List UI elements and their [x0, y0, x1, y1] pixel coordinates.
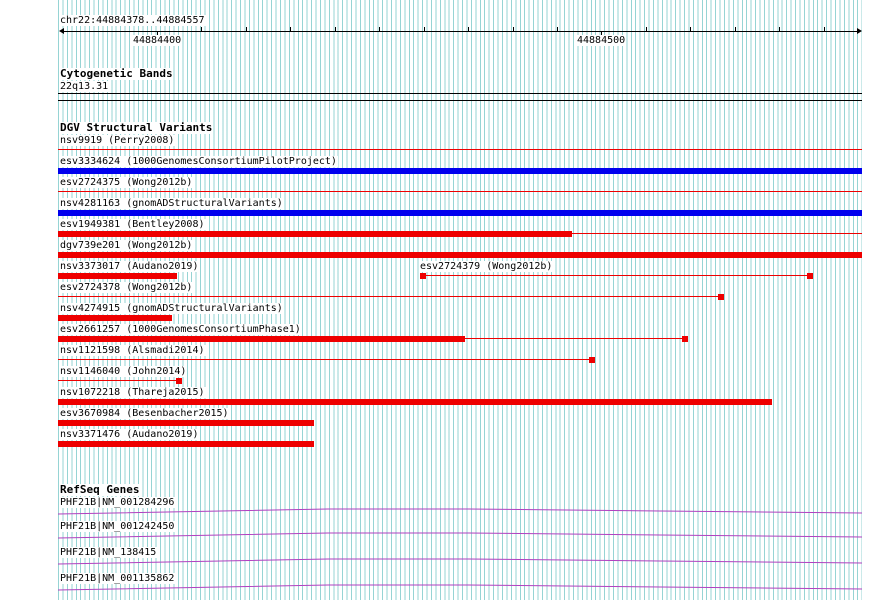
variant-block[interactable]	[718, 294, 724, 300]
gene-intron-line	[58, 558, 862, 565]
variant-label[interactable]: nsv1146040 (John2014)	[60, 366, 188, 377]
gene-model[interactable]	[58, 532, 862, 540]
dgv-track-title: DGV Structural Variants	[60, 121, 213, 134]
variant-label[interactable]: esv1949381 (Bentley2008)	[60, 219, 206, 230]
gene-label[interactable]: PHF21B|NM_001135862	[60, 573, 176, 584]
ruler-tick	[201, 27, 202, 32]
variant-label[interactable]: nsv3373017 (Audano2019)	[60, 261, 200, 272]
variant-connector[interactable]	[426, 275, 807, 276]
region-label: chr22:44884378..44884557	[60, 15, 206, 26]
variant-bar[interactable]	[58, 420, 314, 426]
ruler-tick	[424, 27, 425, 32]
variant-bar[interactable]	[572, 233, 862, 234]
ruler-tick	[690, 27, 691, 32]
variant-label[interactable]: dgv739e201 (Wong2012b)	[60, 240, 194, 251]
variant-connector[interactable]	[58, 359, 589, 360]
variant-label[interactable]: nsv4281163 (gnomADStructuralVariants)	[60, 198, 284, 209]
ruler-tick	[246, 27, 247, 32]
variant-connector[interactable]	[465, 338, 682, 339]
gene-label[interactable]: PHF21B|NM_001284296	[60, 497, 176, 508]
ruler-tick	[557, 27, 558, 32]
variant-bar[interactable]	[58, 168, 862, 174]
variant-block[interactable]	[176, 378, 182, 384]
variant-label[interactable]: esv3670984 (Besenbacher2015)	[60, 408, 230, 419]
cytoband-track-title: Cytogenetic Bands	[60, 67, 173, 80]
ruler-label-right: 44884500	[577, 35, 626, 46]
variant-label[interactable]: esv2724375 (Wong2012b)	[60, 177, 194, 188]
variant-connector[interactable]	[58, 296, 718, 297]
ruler-tick	[468, 27, 469, 32]
variant-label[interactable]: nsv3371476 (Audano2019)	[60, 429, 200, 440]
ruler-tick	[379, 27, 380, 32]
ruler-tick	[779, 27, 780, 32]
ruler-tick	[335, 27, 336, 32]
variant-block[interactable]	[589, 357, 595, 363]
ruler-tick	[513, 27, 514, 32]
variant-bar[interactable]	[58, 210, 862, 216]
variant-label[interactable]: esv3334624 (1000GenomesConsortiumPilotPr…	[60, 156, 338, 167]
gene-model[interactable]	[58, 508, 862, 516]
cytoband-feature[interactable]	[58, 93, 862, 94]
ruler-tick	[824, 27, 825, 32]
variant-bar[interactable]	[58, 399, 772, 405]
variant-connector[interactable]	[58, 380, 176, 381]
variant-label[interactable]: nsv1072218 (Thareja2015)	[60, 387, 206, 398]
variant-bar[interactable]	[58, 191, 862, 192]
variant-block[interactable]	[807, 273, 813, 279]
ruler-tick	[646, 27, 647, 32]
ruler-label-left: 44884400	[133, 35, 182, 46]
track-divider	[58, 100, 862, 101]
gene-intron-line	[58, 508, 862, 515]
refseq-track-title: RefSeq Genes	[60, 483, 140, 496]
gene-intron-line	[58, 532, 862, 539]
scroll-right-arrow-icon[interactable]	[857, 28, 862, 34]
ruler-axis	[62, 31, 858, 32]
variant-block[interactable]	[420, 273, 426, 279]
variant-label[interactable]: nsv4274915 (gnomADStructuralVariants)	[60, 303, 284, 314]
ruler-tick	[290, 27, 291, 32]
variant-bar[interactable]	[58, 441, 314, 447]
gene-label[interactable]: PHF21B|NM_001242450	[60, 521, 176, 532]
variant-label[interactable]: esv2661257 (1000GenomesConsortiumPhase1)	[60, 324, 302, 335]
variant-label[interactable]: nsv9919 (Perry2008)	[60, 135, 176, 146]
gene-intron-line	[58, 584, 862, 591]
cytoband-label[interactable]: 22q13.31	[60, 81, 110, 92]
gene-model[interactable]	[58, 584, 862, 592]
variant-bar[interactable]	[58, 252, 862, 258]
variant-bar[interactable]	[58, 231, 572, 237]
variant-block[interactable]	[682, 336, 688, 342]
variant-label[interactable]: esv2724379 (Wong2012b)	[420, 261, 554, 272]
variant-bar[interactable]	[58, 273, 177, 279]
gene-model[interactable]	[58, 558, 862, 566]
variant-bar[interactable]	[58, 336, 465, 342]
variant-bar[interactable]	[58, 149, 862, 150]
ruler-tick	[735, 27, 736, 32]
variant-label[interactable]: nsv1121598 (Alsmadi2014)	[60, 345, 206, 356]
variant-bar[interactable]	[58, 315, 172, 321]
variant-label[interactable]: esv2724378 (Wong2012b)	[60, 282, 194, 293]
gene-label[interactable]: PHF21B|NM_138415	[60, 547, 158, 558]
